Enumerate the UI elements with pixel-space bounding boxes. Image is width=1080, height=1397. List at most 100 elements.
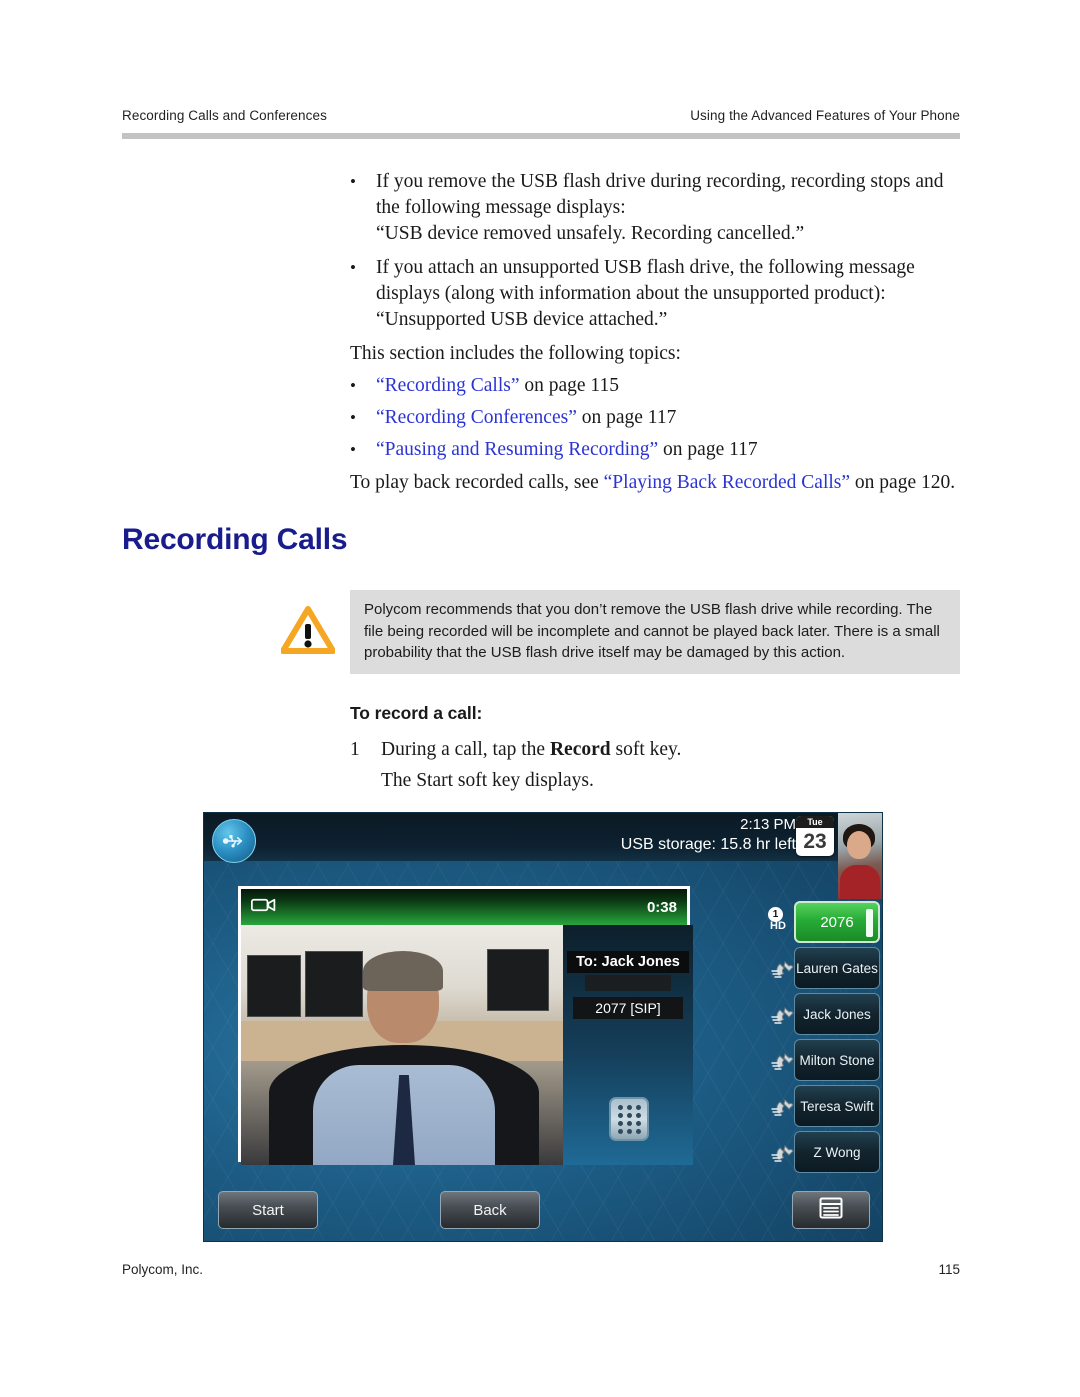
video-call-window: 0:38 To: Jack Jones 2077 [SIP]	[238, 886, 693, 1165]
line-key-list: 1 HD 2076 Lauren Gates Jack Jones Milton…	[768, 901, 882, 1173]
handset-icon	[771, 1094, 797, 1120]
dialpad-dot	[617, 1104, 623, 1110]
dialpad-dot	[626, 1112, 632, 1118]
bullet-glyph: •	[350, 440, 356, 459]
bullet-glyph: •	[350, 408, 356, 427]
self-view-body	[840, 865, 880, 899]
handset-icon	[771, 1140, 797, 1166]
header-left-title: Recording Calls and Conferences	[122, 108, 327, 123]
call-recipient-label: To: Jack Jones	[567, 951, 689, 973]
warning-callout-text: Polycom recommends that you don’t remove…	[364, 601, 940, 661]
dialpad-dot-grid	[617, 1104, 641, 1134]
dialpad-dot	[635, 1112, 641, 1118]
step-result-text: The Start soft key displays.	[381, 770, 594, 791]
step-number: 1	[350, 739, 360, 760]
dialpad-dot	[626, 1128, 632, 1134]
dialpad-dot	[617, 1128, 623, 1134]
menu-list-icon	[819, 1197, 843, 1223]
status-time: 2:13 PM	[740, 816, 796, 833]
line-key[interactable]: Jack Jones	[771, 993, 880, 1035]
call-sip-address: 2077 [SIP]	[573, 997, 683, 1019]
line-key[interactable]: Milton Stone	[771, 1039, 880, 1081]
link-recording-conferences[interactable]: “Recording Conferences”	[376, 407, 577, 428]
procedure-title: To record a call:	[350, 703, 483, 723]
call-info-redacted-line	[585, 975, 671, 991]
step-text: During a call, tap the Record soft key.	[381, 737, 948, 763]
list-item: • If you attach an unsupported USB flash…	[350, 255, 948, 306]
bullet-glyph: •	[350, 376, 356, 395]
list-item: • “Recording Conferences” on page 117	[350, 405, 948, 431]
dialpad-dot	[635, 1120, 641, 1126]
self-view-thumbnail	[838, 813, 882, 899]
self-view-face	[847, 831, 871, 859]
line-key-label: Lauren Gates	[796, 960, 878, 976]
back-soft-key[interactable]: Back	[440, 1191, 540, 1229]
calendar-day: 23	[803, 830, 827, 853]
footer-company: Polycom, Inc.	[122, 1262, 204, 1277]
dialpad-icon[interactable]	[609, 1097, 649, 1141]
dialpad-dot	[635, 1128, 641, 1134]
person-hair	[363, 951, 443, 991]
step-number-spacer	[350, 768, 381, 794]
topic-link-row: “Pausing and Resuming Recording” on page…	[376, 437, 948, 463]
monitor-shape	[305, 951, 363, 1017]
dialpad-dot	[626, 1120, 632, 1126]
bullet-glyph: •	[350, 258, 356, 277]
usb-icon	[212, 819, 256, 863]
list-item: • “Recording Calls” on page 115	[350, 373, 948, 399]
warning-callout: Polycom recommends that you don’t remove…	[350, 590, 960, 674]
calendar-weekday: Tue	[796, 816, 834, 828]
running-header: Recording Calls and Conferences Using th…	[122, 108, 960, 123]
page-title: Recording Calls	[122, 523, 348, 556]
quoted-message-2: “Unsupported USB device attached.”	[376, 309, 668, 330]
header-divider-rule	[122, 133, 960, 139]
document-page: Recording Calls and Conferences Using th…	[0, 0, 1080, 1397]
procedure-step-result: The Start soft key displays.	[350, 768, 948, 794]
link-recording-calls[interactable]: “Recording Calls”	[376, 375, 520, 396]
phone-screenshot-figure: 2:13 PM USB storage: 15.8 hr left Tue 23	[203, 812, 883, 1242]
video-camera-icon	[251, 897, 277, 918]
warning-triangle-icon	[280, 606, 336, 654]
topic-page-ref: on page 117	[576, 407, 677, 428]
page-number: 115	[938, 1262, 960, 1277]
playback-prefix: To play back recorded calls, see	[350, 472, 604, 493]
line-key-label: 2076	[820, 913, 854, 931]
recording-indicator-bar: 0:38	[241, 889, 687, 925]
handset-icon	[771, 956, 797, 982]
handset-icon	[771, 1048, 797, 1074]
step-text-suffix: soft key.	[610, 739, 682, 760]
link-pausing-resuming-recording[interactable]: “Pausing and Resuming Recording”	[376, 439, 658, 460]
handset-icon	[771, 1002, 797, 1028]
line-key[interactable]: Teresa Swift	[771, 1085, 880, 1127]
soft-key-bar: Start Back	[204, 1183, 882, 1241]
bullet-text: If you remove the USB flash drive during…	[376, 171, 944, 218]
bullet-glyph: •	[350, 172, 356, 191]
header-right-title: Using the Advanced Features of Your Phon…	[690, 108, 960, 123]
topic-page-ref: on page 115	[519, 375, 619, 396]
topic-page-ref: on page 117	[658, 439, 758, 460]
dialpad-dot	[617, 1120, 623, 1126]
quoted-message-1: “USB device removed unsafely. Recording …	[376, 223, 805, 244]
procedure-step: 1 During a call, tap the Record soft key…	[350, 737, 948, 763]
call-duration: 0:38	[646, 898, 677, 916]
status-usb-storage: USB storage: 15.8 hr left	[620, 836, 796, 853]
dialpad-dot	[626, 1104, 632, 1110]
far-end-video-image	[241, 925, 563, 1165]
list-item: • “Pausing and Resuming Recording” on pa…	[350, 437, 948, 463]
line-key[interactable]: Z Wong	[771, 1131, 880, 1173]
dialpad-dot	[635, 1104, 641, 1110]
menu-soft-key[interactable]	[792, 1191, 870, 1229]
playback-reference: To play back recorded calls, see “Playin…	[350, 470, 960, 496]
line-key-active[interactable]: 1 HD 2076	[768, 901, 880, 943]
start-soft-key[interactable]: Start	[218, 1191, 318, 1229]
topic-link-row: “Recording Conferences” on page 117	[376, 405, 948, 431]
call-info-panel: To: Jack Jones 2077 [SIP]	[563, 925, 693, 1165]
topics-intro: This section includes the following topi…	[350, 343, 681, 364]
status-text-group: 2:13 PM USB storage: 15.8 hr left	[621, 815, 796, 855]
line-key-label: Z Wong	[813, 1144, 861, 1160]
link-playing-back-recorded-calls[interactable]: “Playing Back Recorded Calls”	[604, 472, 850, 493]
line-key-label: Milton Stone	[799, 1052, 875, 1068]
hd-label: HD	[770, 920, 786, 932]
line-key[interactable]: Lauren Gates	[771, 947, 880, 989]
playback-page-ref: on page 120.	[850, 472, 956, 493]
